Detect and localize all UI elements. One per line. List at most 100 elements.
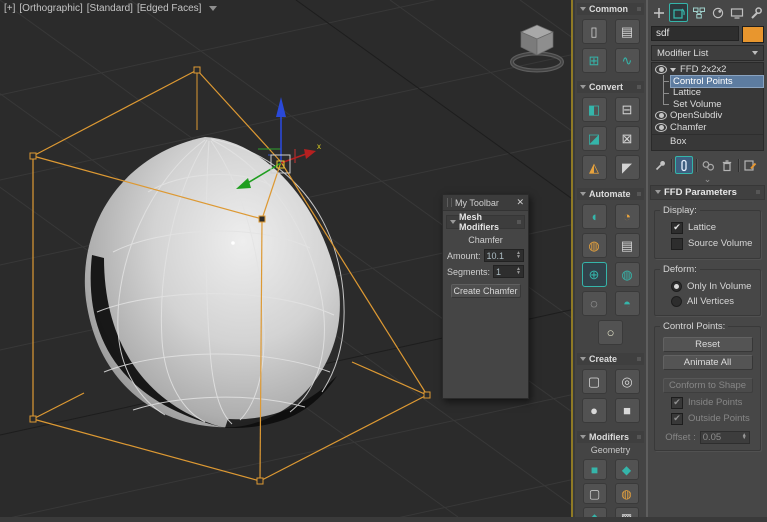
pin-stack-icon[interactable] (652, 157, 668, 173)
select-gear-icon[interactable]: ◭ (582, 155, 607, 180)
folder-settings-icon[interactable]: ⊞ (582, 48, 607, 73)
visibility-eye-icon[interactable] (655, 65, 667, 74)
light-bulb-icon[interactable]: ○ (598, 320, 623, 345)
all-vertices-radio-row[interactable]: All Vertices (671, 296, 758, 307)
view-cube[interactable] (512, 25, 562, 71)
object-color-swatch[interactable] (742, 26, 764, 43)
lattice-box-icon[interactable]: ▢ (583, 483, 607, 504)
offset-spinner[interactable]: 0.05 ▲▼ (700, 431, 750, 444)
subdivide-icon[interactable]: ■ (583, 459, 607, 480)
smooth-icon[interactable]: ◆ (583, 507, 607, 517)
conform-to-shape-button[interactable]: Conform to Shape (663, 378, 753, 393)
spinner-arrows-icon[interactable]: ▲▼ (742, 434, 747, 440)
dialog-titlebar[interactable]: My Toolbar ✕ (443, 195, 528, 211)
only-in-volume-radio-row[interactable]: Only In Volume (671, 281, 758, 292)
chamfer-icon[interactable]: ◆ (615, 459, 639, 480)
publish-globe-icon[interactable]: ◍ (582, 233, 607, 258)
stack-row-label[interactable]: FFD 2x2x2 (678, 64, 763, 75)
stack-row-label[interactable]: Chamfer (668, 122, 763, 133)
inside-points-checkbox-row[interactable]: ✔ Inside Points (671, 397, 758, 409)
checkbox-checked-icon[interactable]: ✔ (671, 413, 683, 425)
spinner-arrows-icon[interactable]: ▲▼ (516, 268, 521, 274)
network-render-icon[interactable]: ⊕ (582, 262, 607, 287)
show-end-result-icon[interactable] (675, 156, 693, 174)
convert-to-mesh-icon[interactable]: ◧ (582, 97, 607, 122)
object-name-field[interactable]: sdf (651, 26, 739, 41)
box-icon[interactable]: ▢ (582, 369, 607, 394)
viewport-renderer-menu[interactable]: [Standard] (87, 3, 133, 14)
stack-row-label[interactable]: Box (668, 136, 763, 147)
lattice-checkbox-row[interactable]: ✔ Lattice (671, 222, 758, 234)
section-header-modifiers[interactable]: Modifiers (577, 431, 644, 443)
expand-triangle-icon[interactable] (670, 68, 676, 72)
viewport-general-menu[interactable]: [+] (4, 3, 15, 14)
source-volume-checkbox-row[interactable]: Source Volume (671, 238, 758, 250)
animate-all-button[interactable]: Animate All (663, 355, 753, 370)
sphere-icon[interactable]: ● (582, 398, 607, 423)
motion-curve-icon[interactable]: ∿ (615, 48, 640, 73)
radio-unselected-icon[interactable] (671, 296, 682, 307)
toolbox-column[interactable]: Common ▯ ▤ ⊞ ∿ Convert ◧ ⊟ ◪ ⊠ ◭ ◤ Automate ◖ ◔ ◍ ▤ ⊕ ◍ ◌ ◓ ○… (575, 0, 648, 517)
planet-ring-icon[interactable]: ◍ (615, 262, 640, 287)
planet-gray-icon[interactable]: ◌ (582, 291, 607, 316)
tessellate-icon[interactable]: ▩ (615, 507, 639, 517)
collapse-stack-icon[interactable]: ⊠ (615, 126, 640, 151)
stack-row-ffd-set-volume[interactable]: Set Volume (652, 99, 763, 111)
ffd-parameters-rollout-header[interactable]: FFD Parameters (650, 185, 765, 200)
segments-spinner[interactable]: 1 ▲▼ (493, 265, 524, 278)
amount-value[interactable]: 10.1 (487, 251, 505, 261)
checkbox-checked-icon[interactable]: ✔ (671, 222, 683, 234)
motion-tab-icon[interactable] (709, 4, 726, 21)
remove-modifier-icon[interactable] (719, 157, 735, 173)
reset-button[interactable]: Reset (663, 337, 753, 352)
turbosmooth-icon[interactable]: ◍ (615, 483, 639, 504)
stack-row-label[interactable]: Set Volume (671, 99, 763, 110)
strip-materials-icon[interactable]: ◪ (582, 126, 607, 151)
utilities-tab-icon[interactable] (747, 4, 764, 21)
segments-value[interactable]: 1 (496, 267, 501, 277)
section-header-create[interactable]: Create (577, 353, 644, 365)
checkbox-checked-icon[interactable]: ✔ (671, 397, 683, 409)
stack-row-base-object-box[interactable]: Box (652, 134, 763, 148)
dome-light-icon[interactable]: ◓ (615, 291, 640, 316)
export-planet-icon[interactable]: ◔ (615, 204, 640, 229)
stack-row-modifier-ffd-2x2x2[interactable]: FFD 2x2x2 (652, 64, 763, 76)
render-preview-icon[interactable]: ◖ (582, 204, 607, 229)
hammer-icon[interactable]: ◤ (615, 155, 640, 180)
radio-selected-icon[interactable] (671, 281, 682, 292)
section-header-common[interactable]: Common (577, 3, 644, 15)
create-tab-icon[interactable] (650, 4, 667, 21)
cylinder-icon[interactable]: ◎ (615, 369, 640, 394)
checkbox-unchecked-icon[interactable] (671, 238, 683, 250)
viewport-shading-menu[interactable]: [Edged Faces] (137, 3, 201, 14)
schematic-view-icon[interactable]: ⊟ (615, 97, 640, 122)
mesh-modifiers-rollout-header[interactable]: Mesh Modifiers (446, 215, 525, 229)
stack-row-ffd-lattice[interactable]: Lattice (652, 87, 763, 99)
new-document-icon[interactable]: ▯ (582, 19, 607, 44)
stack-row-label[interactable]: OpenSubdiv (668, 110, 763, 121)
task-list-icon[interactable]: ▤ (615, 19, 640, 44)
panel-resize-handle[interactable]: ⌄ (648, 177, 767, 184)
stack-row-ffd-control-points[interactable]: Control Points (652, 76, 763, 88)
visibility-eye-icon[interactable] (655, 111, 667, 120)
close-icon[interactable]: ✕ (516, 197, 524, 208)
create-chamfer-button[interactable]: Create Chamfer (451, 284, 521, 298)
outside-points-checkbox-row[interactable]: ✔ Outside Points (671, 413, 758, 425)
hierarchy-tab-icon[interactable] (690, 4, 707, 21)
plane-icon[interactable]: ■ (615, 398, 640, 423)
configure-modifier-sets-icon[interactable] (742, 157, 758, 173)
viewport-pov-menu[interactable]: [Orthographic] (19, 3, 82, 14)
modify-tab-icon[interactable] (669, 3, 688, 22)
make-unique-icon[interactable] (700, 157, 716, 173)
section-header-convert[interactable]: Convert (577, 81, 644, 93)
modifier-list-dropdown[interactable]: Modifier List (651, 45, 764, 61)
script-icon[interactable]: ▤ (615, 233, 640, 258)
stack-row-label[interactable]: Control Points (671, 76, 763, 87)
visibility-eye-icon[interactable] (655, 123, 667, 132)
display-tab-icon[interactable] (728, 4, 745, 21)
section-header-automate[interactable]: Automate (577, 188, 644, 200)
stack-row-label[interactable]: Lattice (671, 87, 763, 98)
stack-row-modifier-opensubdiv[interactable]: OpenSubdiv (652, 110, 763, 122)
spinner-arrows-icon[interactable]: ▲▼ (516, 252, 521, 258)
my-toolbar-dialog[interactable]: My Toolbar ✕ Mesh Modifiers Chamfer Amou… (442, 194, 529, 399)
